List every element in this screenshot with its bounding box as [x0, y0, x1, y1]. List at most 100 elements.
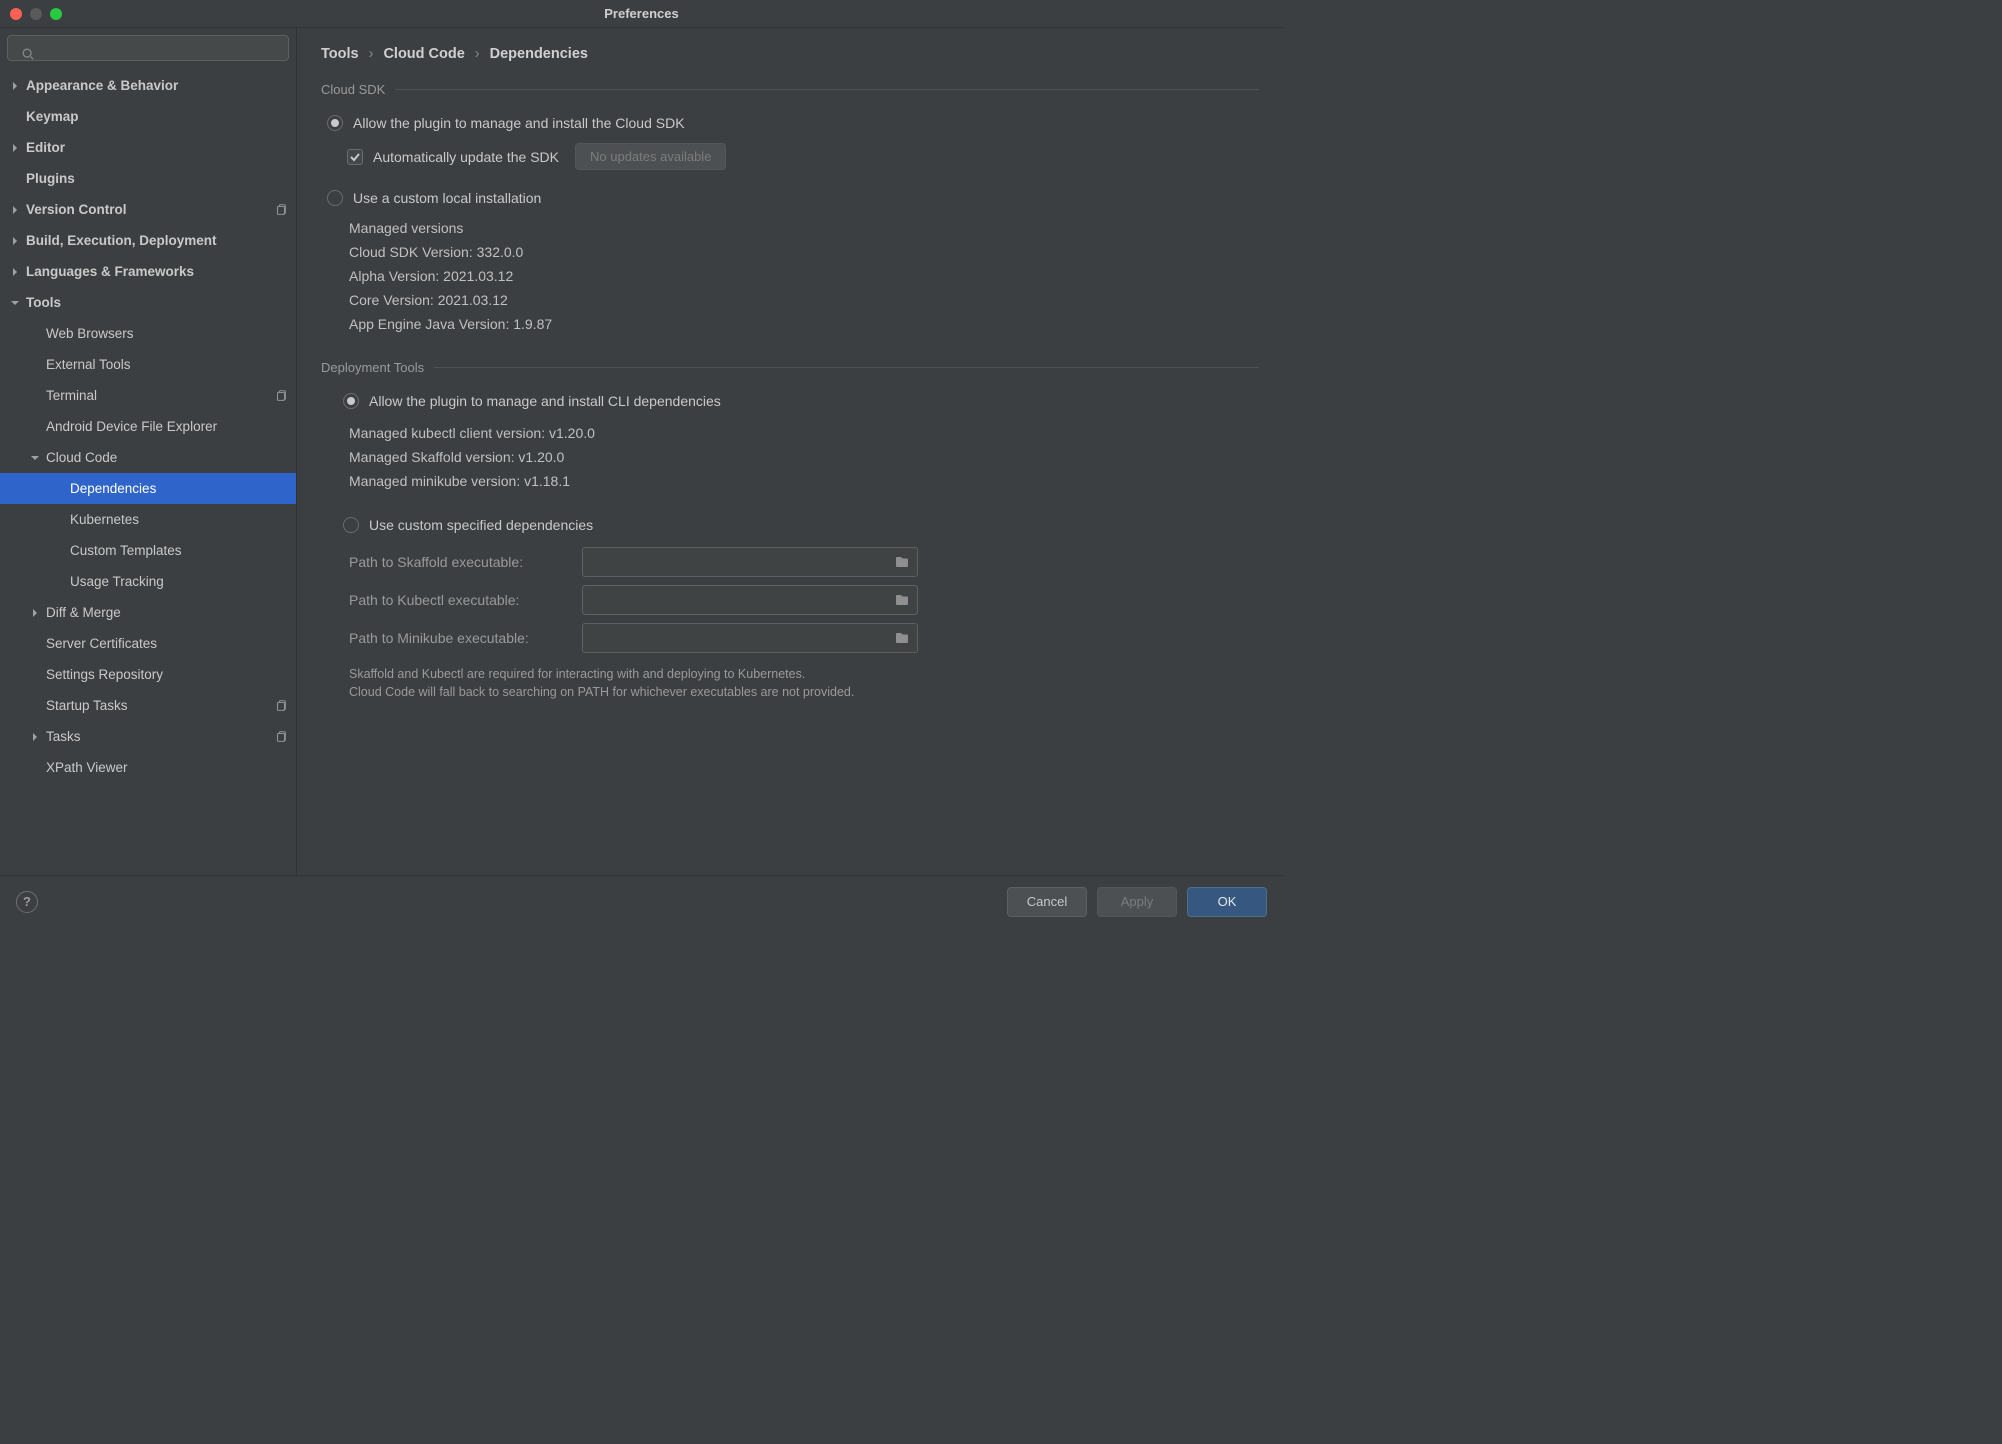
version-line: Alpha Version: 2021.03.12	[349, 264, 1259, 288]
tree-item-languages-frameworks[interactable]: Languages & Frameworks	[0, 256, 296, 287]
radio-icon[interactable]	[343, 517, 359, 533]
field-label: Path to Minikube executable:	[349, 630, 564, 646]
tree-item-tasks[interactable]: Tasks	[0, 721, 296, 752]
tree-item-label: Tools	[26, 295, 288, 310]
managed-versions-title: Managed versions	[349, 216, 1259, 240]
breadcrumb-item[interactable]: Cloud Code	[383, 46, 464, 62]
preferences-content: Tools › Cloud Code › Dependencies Cloud …	[297, 28, 1283, 875]
tree-item-kubernetes[interactable]: Kubernetes	[0, 504, 296, 535]
tree-item-editor[interactable]: Editor	[0, 132, 296, 163]
tree-item-xpath-viewer[interactable]: XPath Viewer	[0, 752, 296, 783]
field-label: Path to Kubectl executable:	[349, 592, 564, 608]
search-input[interactable]	[7, 35, 289, 61]
path-input[interactable]	[582, 547, 918, 577]
tree-item-label: Custom Templates	[70, 543, 288, 558]
tree-item-plugins[interactable]: Plugins	[0, 163, 296, 194]
tree-item-label: Terminal	[46, 388, 274, 403]
folder-icon[interactable]	[894, 630, 910, 646]
version-line: Managed minikube version: v1.18.1	[349, 469, 1259, 493]
tree-item-build-execution-deployment[interactable]: Build, Execution, Deployment	[0, 225, 296, 256]
tree-item-label: Version Control	[26, 202, 274, 217]
hint-line: Cloud Code will fall back to searching o…	[349, 683, 1259, 701]
path-input[interactable]	[582, 585, 918, 615]
copy-icon	[274, 699, 288, 713]
tree-item-cloud-code[interactable]: Cloud Code	[0, 442, 296, 473]
version-line: Managed kubectl client version: v1.20.0	[349, 421, 1259, 445]
cancel-button[interactable]: Cancel	[1007, 887, 1087, 917]
radio-icon[interactable]	[327, 190, 343, 206]
radio-custom-sdk[interactable]: Use a custom local installation	[327, 184, 1259, 212]
tree-item-dependencies[interactable]: Dependencies	[0, 473, 296, 504]
tree-item-label: Kubernetes	[70, 512, 288, 527]
tree-item-web-browsers[interactable]: Web Browsers	[0, 318, 296, 349]
tree-item-version-control[interactable]: Version Control	[0, 194, 296, 225]
chevron-right-icon	[10, 236, 20, 246]
hint-text: Skaffold and Kubectl are required for in…	[349, 665, 1259, 701]
breadcrumb: Tools › Cloud Code › Dependencies	[321, 46, 1259, 62]
tree-item-external-tools[interactable]: External Tools	[0, 349, 296, 380]
copy-icon	[274, 730, 288, 744]
breadcrumb-item: Dependencies	[490, 46, 588, 62]
tree-item-label: Tasks	[46, 729, 274, 744]
chevron-right-icon	[10, 143, 20, 153]
chevron-right-icon	[30, 608, 40, 618]
ok-button[interactable]: OK	[1187, 887, 1267, 917]
radio-label: Allow the plugin to manage and install t…	[353, 115, 685, 131]
radio-managed-cli[interactable]: Allow the plugin to manage and install C…	[343, 387, 1259, 415]
radio-icon[interactable]	[327, 115, 343, 131]
dialog-footer: ? Cancel Apply OK	[0, 875, 1283, 927]
chevron-right-icon	[30, 732, 40, 742]
checkbox-icon[interactable]	[347, 149, 363, 165]
version-line: Managed Skaffold version: v1.20.0	[349, 445, 1259, 469]
radio-label: Use custom specified dependencies	[369, 517, 593, 533]
radio-label: Use a custom local installation	[353, 190, 541, 206]
tree-item-label: External Tools	[46, 357, 288, 372]
radio-custom-cli[interactable]: Use custom specified dependencies	[343, 511, 1259, 539]
path-field-row: Path to Skaffold executable:	[349, 547, 1259, 577]
path-input[interactable]	[582, 623, 918, 653]
radio-label: Allow the plugin to manage and install C…	[369, 393, 721, 409]
tree-item-android-device-file-explorer[interactable]: Android Device File Explorer	[0, 411, 296, 442]
tree-item-label: Diff & Merge	[46, 605, 288, 620]
tree-item-label: Editor	[26, 140, 288, 155]
window-title: Preferences	[0, 6, 1283, 21]
chevron-right-icon	[10, 205, 20, 215]
field-label: Path to Skaffold executable:	[349, 554, 564, 570]
tree-item-label: Dependencies	[70, 481, 288, 496]
tree-item-usage-tracking[interactable]: Usage Tracking	[0, 566, 296, 597]
tree-item-label: Keymap	[26, 109, 288, 124]
no-updates-button: No updates available	[575, 143, 726, 170]
tree-item-terminal[interactable]: Terminal	[0, 380, 296, 411]
folder-icon[interactable]	[894, 592, 910, 608]
tree-item-label: Languages & Frameworks	[26, 264, 288, 279]
tree-item-keymap[interactable]: Keymap	[0, 101, 296, 132]
help-button[interactable]: ?	[16, 891, 38, 913]
copy-icon	[274, 389, 288, 403]
tree-item-label: Startup Tasks	[46, 698, 274, 713]
chevron-down-icon	[10, 298, 20, 308]
chevron-right-icon	[10, 267, 20, 277]
copy-icon	[274, 203, 288, 217]
tree-item-label: Web Browsers	[46, 326, 288, 341]
chevron-right-icon	[10, 81, 20, 91]
group-header-cloud-sdk: Cloud SDK	[321, 82, 1259, 97]
tree-item-label: Appearance & Behavior	[26, 78, 288, 93]
tree-item-label: Server Certificates	[46, 636, 288, 651]
tree-item-startup-tasks[interactable]: Startup Tasks	[0, 690, 296, 721]
radio-icon[interactable]	[343, 393, 359, 409]
tree-item-settings-repository[interactable]: Settings Repository	[0, 659, 296, 690]
chevron-right-icon: ›	[369, 46, 374, 62]
folder-icon[interactable]	[894, 554, 910, 570]
divider	[395, 89, 1259, 90]
radio-managed-sdk[interactable]: Allow the plugin to manage and install t…	[327, 109, 1259, 137]
tree-item-label: Android Device File Explorer	[46, 419, 288, 434]
tree-item-diff-merge[interactable]: Diff & Merge	[0, 597, 296, 628]
tree-item-custom-templates[interactable]: Custom Templates	[0, 535, 296, 566]
checkbox-auto-update[interactable]: Automatically update the SDK	[347, 149, 559, 165]
group-title: Deployment Tools	[321, 360, 424, 375]
version-line: Core Version: 2021.03.12	[349, 288, 1259, 312]
tree-item-appearance-behavior[interactable]: Appearance & Behavior	[0, 70, 296, 101]
breadcrumb-item[interactable]: Tools	[321, 46, 359, 62]
tree-item-tools[interactable]: Tools	[0, 287, 296, 318]
tree-item-server-certificates[interactable]: Server Certificates	[0, 628, 296, 659]
